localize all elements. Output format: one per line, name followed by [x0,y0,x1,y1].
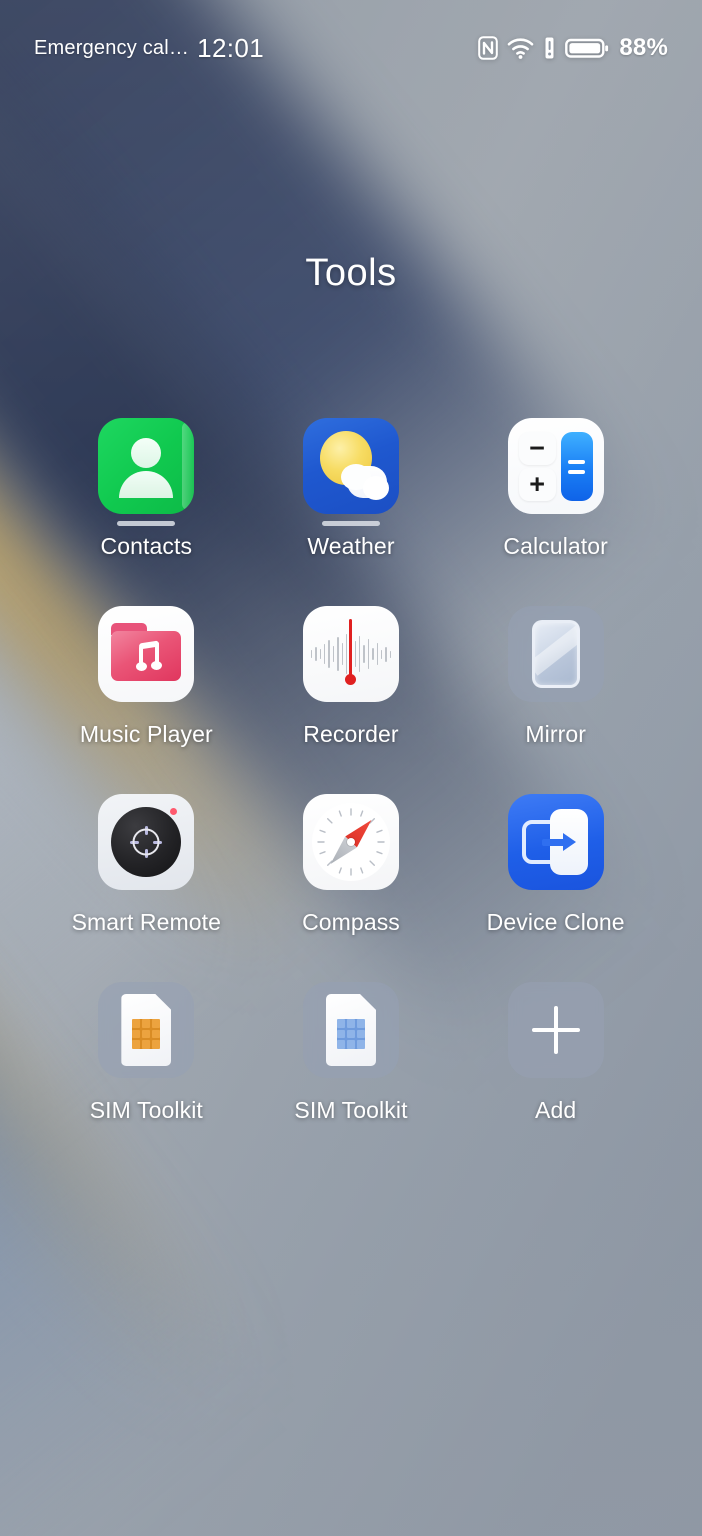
app-label: Music Player [79,721,213,747]
app-item-mirror[interactable]: Mirror [453,592,658,780]
wifi-icon [507,37,534,59]
smart-remote-icon[interactable] [98,794,195,890]
app-label: Mirror [525,721,586,747]
folder-title: Tools [305,252,397,294]
music-player-icon[interactable] [98,606,195,702]
app-label: Compass [302,909,400,935]
app-item-music-player[interactable]: Music Player [44,592,249,780]
icon-drag-bar [321,521,380,526]
app-item-calculator[interactable]: − + Calculator [453,404,658,592]
signal-warning-icon [543,36,556,60]
app-label: Recorder [303,721,399,747]
battery-icon [565,36,609,60]
app-item-compass[interactable]: Compass [249,780,454,968]
app-item-device-clone[interactable]: Device Clone [453,780,658,968]
app-item-recorder[interactable]: Recorder [249,592,454,780]
status-bar-left: Emergency cal… 12:01 [34,33,264,64]
app-item-sim-toolkit-2[interactable]: SIM Toolkit [249,968,454,1156]
add-icon[interactable] [507,982,604,1078]
carrier-label: Emergency cal… [34,36,190,59]
mirror-icon[interactable] [507,606,604,702]
app-label: Smart Remote [71,909,222,935]
recorder-icon[interactable] [302,606,399,702]
app-label: SIM Toolkit [89,1097,203,1123]
nfc-icon [478,36,499,60]
contacts-icon[interactable] [98,418,195,514]
app-item-weather[interactable]: Weather [249,404,454,592]
compass-icon[interactable] [302,794,399,890]
app-item-add[interactable]: Add [453,968,658,1156]
weather-icon[interactable] [302,418,399,514]
icon-drag-bar [117,521,176,526]
app-label: Weather [307,533,395,559]
app-label: SIM Toolkit [294,1097,408,1123]
calculator-icon[interactable]: − + [507,418,604,514]
app-label: Add [535,1097,577,1123]
app-item-sim-toolkit-1[interactable]: SIM Toolkit [44,968,249,1156]
app-label: Calculator [503,533,608,559]
app-item-contacts[interactable]: Contacts [44,404,249,592]
sim-toolkit-orange-icon[interactable] [98,982,195,1078]
app-item-smart-remote[interactable]: Smart Remote [44,780,249,968]
battery-percent-label: 88% [619,34,668,61]
status-bar-clock: 12:01 [197,32,265,63]
app-label: Contacts [100,533,193,559]
status-bar: Emergency cal… 12:01 88% [0,0,702,96]
status-bar-right: 88% [478,34,668,62]
app-grid: Contacts Weather − + Calculator Music Pl… [0,404,702,1156]
sim-toolkit-blue-icon[interactable] [302,982,399,1078]
app-label: Device Clone [486,909,625,935]
device-clone-icon[interactable] [507,794,604,890]
